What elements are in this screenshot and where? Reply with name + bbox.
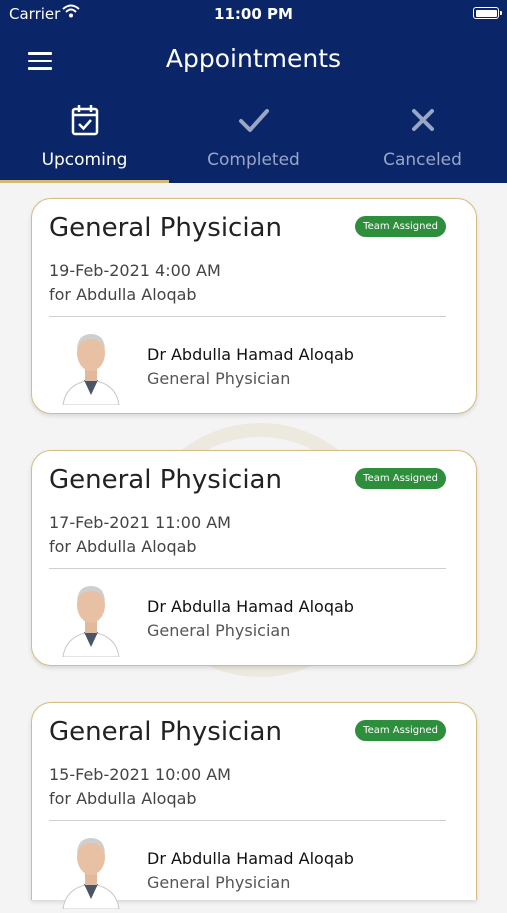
card-divider xyxy=(49,316,446,317)
doctor-name: Dr Abdulla Hamad Aloqab xyxy=(147,345,354,364)
status-bar: Carrier 11:00 PM xyxy=(0,0,507,28)
doctor-avatar xyxy=(60,327,122,409)
card-divider xyxy=(49,568,446,569)
appointment-patient: for Abdulla Aloqab xyxy=(49,789,197,808)
tab-upcoming[interactable]: Upcoming xyxy=(0,100,169,183)
status-badge: Team Assigned xyxy=(355,216,446,237)
appointment-patient: for Abdulla Aloqab xyxy=(49,537,197,556)
status-time: 11:00 PM xyxy=(214,5,293,23)
doctor-specialty: General Physician xyxy=(147,873,291,892)
doctor-specialty: General Physician xyxy=(147,369,291,388)
appointment-specialty: General Physician xyxy=(49,465,282,495)
tab-canceled-label: Canceled xyxy=(383,150,462,170)
calendar-check-icon xyxy=(0,104,169,140)
appointment-patient: for Abdulla Aloqab xyxy=(49,285,197,304)
active-tab-indicator xyxy=(0,180,169,183)
tab-upcoming-label: Upcoming xyxy=(41,150,128,170)
appointment-datetime: 17-Feb-2021 11:00 AM xyxy=(49,513,231,532)
app-header: Carrier 11:00 PM Appointments Upcoming C… xyxy=(0,0,507,183)
tab-completed[interactable]: Completed xyxy=(169,100,338,183)
page-title: Appointments xyxy=(165,44,342,73)
appointment-card[interactable]: General Physician Team Assigned 15-Feb-2… xyxy=(31,702,477,910)
status-badge: Team Assigned xyxy=(355,468,446,489)
appointment-specialty: General Physician xyxy=(49,213,282,243)
doctor-avatar xyxy=(60,831,122,913)
appointment-card[interactable]: General Physician Team Assigned 19-Feb-2… xyxy=(31,198,477,414)
battery-icon xyxy=(473,7,502,19)
tab-canceled[interactable]: Canceled xyxy=(338,100,507,183)
appointment-datetime: 15-Feb-2021 10:00 AM xyxy=(49,765,231,784)
x-icon xyxy=(338,104,507,140)
appointment-specialty: General Physician xyxy=(49,717,282,747)
tab-completed-label: Completed xyxy=(207,150,300,170)
appointment-card[interactable]: General Physician Team Assigned 17-Feb-2… xyxy=(31,450,477,666)
doctor-name: Dr Abdulla Hamad Aloqab xyxy=(147,849,354,868)
appointment-datetime: 19-Feb-2021 4:00 AM xyxy=(49,261,221,280)
status-badge: Team Assigned xyxy=(355,720,446,741)
doctor-specialty: General Physician xyxy=(147,621,291,640)
doctor-name: Dr Abdulla Hamad Aloqab xyxy=(147,597,354,616)
card-divider xyxy=(49,820,446,821)
doctor-avatar xyxy=(60,579,122,661)
check-icon xyxy=(169,104,338,140)
